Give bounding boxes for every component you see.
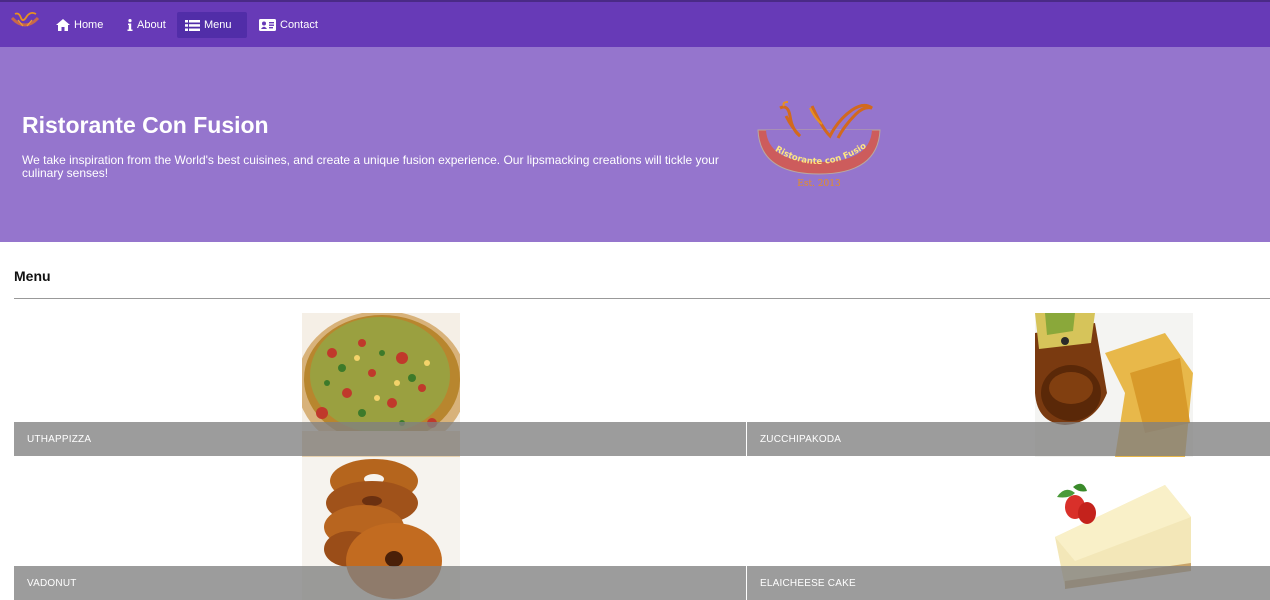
divider [14,298,1270,299]
navbar: Home About Menu Contact [0,0,1270,47]
nav-item-home[interactable]: Home [48,12,111,38]
restaurant-tagline: We take inspiration from the World's bes… [22,153,719,180]
menu-heading: Menu [14,268,51,284]
restaurant-logo: Ristorante con Fusion Est. 2013 [752,100,881,188]
nav-item-label: Menu [204,19,232,31]
dish-name: ELAICHEESE CAKE [760,577,856,589]
dish-name: UTHAPPIZZA [27,433,92,445]
jumbotron: Ristorante Con Fusion We take inspiratio… [0,47,1270,242]
dish-caption: VADONUT [14,566,746,600]
nav-item-label: Contact [280,19,318,31]
home-icon [56,19,70,31]
restaurant-title: Ristorante Con Fusion [22,112,269,138]
menu-tile-zucchipakoda[interactable]: ZUCCHIPAKODA [747,313,1270,457]
list-icon [185,19,200,31]
menu-tile-elaicheese-cake[interactable]: ELAICHEESE CAKE [747,457,1270,600]
nav-item-menu[interactable]: Menu [177,12,247,38]
info-icon [127,19,133,31]
address-card-icon [259,19,276,31]
logo-est-text: Est. 2013 [797,179,841,188]
dish-name: VADONUT [27,577,77,589]
nav-item-contact[interactable]: Contact [251,12,326,38]
nav-item-about[interactable]: About [119,12,174,38]
dish-caption: UTHAPPIZZA [14,422,746,456]
menu-tile-vadonut[interactable]: VADONUT [14,457,746,600]
dish-name: ZUCCHIPAKODA [760,433,842,445]
nav-item-label: About [137,19,166,31]
dish-caption: ZUCCHIPAKODA [747,422,1270,456]
dish-caption: ELAICHEESE CAKE [747,566,1270,600]
menu-tile-uthappizza[interactable]: UTHAPPIZZA [14,313,746,457]
brand-logo[interactable] [9,10,41,36]
nav-item-label: Home [74,19,104,31]
